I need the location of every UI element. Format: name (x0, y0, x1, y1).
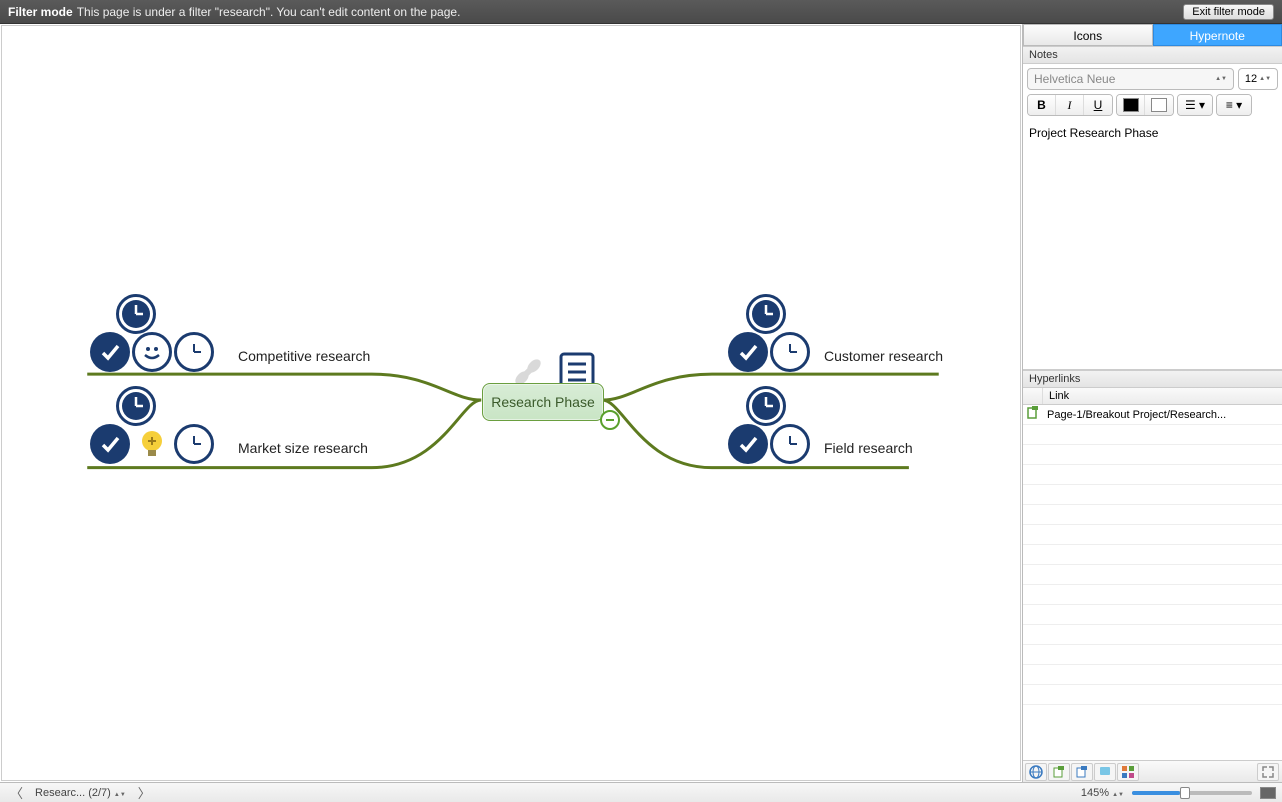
align-button[interactable]: ≡ ▾ (1217, 95, 1251, 115)
hyperlink-row[interactable] (1023, 485, 1282, 505)
list-style-button[interactable]: ☰ ▾ (1178, 95, 1212, 115)
stepper-icon: ▲▼ (1259, 77, 1271, 82)
hyperlink-row[interactable] (1023, 525, 1282, 545)
hyperlinks-header-row: Link (1023, 388, 1282, 405)
fill-color-button[interactable] (1145, 95, 1173, 115)
clock-filled-icon (116, 386, 156, 426)
prev-page-button[interactable]: 〈 (6, 783, 27, 802)
clock-outline-icon (770, 332, 810, 372)
branch-label-field[interactable]: Field research (824, 440, 913, 456)
central-node-label: Research Phase (491, 394, 595, 410)
tab-icons[interactable]: Icons (1023, 24, 1153, 46)
hyperlink-row[interactable] (1023, 565, 1282, 585)
clock-filled-icon (116, 294, 156, 334)
sidebar-tabs: Icons Hypernote (1023, 24, 1282, 46)
bulb-icon (132, 424, 172, 464)
filter-mode-message: Filter modeThis page is under a filter "… (8, 5, 460, 19)
italic-button[interactable]: I (1056, 95, 1084, 115)
clock-filled-icon (746, 294, 786, 334)
notes-textarea[interactable]: Project Research Phase (1023, 120, 1282, 370)
collapse-toggle[interactable] (600, 410, 620, 430)
clock-outline-icon (770, 424, 810, 464)
branch-icons-field (728, 386, 810, 464)
stepper-icon: ▲▼ (114, 793, 126, 798)
hyperlink-row[interactable] (1023, 605, 1282, 625)
clock-outline-icon (174, 424, 214, 464)
expand-tool-button[interactable] (1257, 763, 1279, 781)
smile-icon (132, 332, 172, 372)
check-icon (90, 424, 130, 464)
branch-icons-customer (728, 294, 810, 372)
clock-outline-icon (174, 332, 214, 372)
next-page-button[interactable]: 〉 (134, 783, 155, 802)
page-link-tool-button[interactable] (1048, 763, 1070, 781)
bookmark-tool-button[interactable] (1094, 763, 1116, 781)
notes-section-header: Notes (1023, 46, 1282, 64)
hyperlink-row[interactable] (1023, 505, 1282, 525)
hyperlink-row[interactable] (1023, 585, 1282, 605)
hyperlink-row[interactable] (1023, 625, 1282, 645)
page-link-icon (1023, 406, 1043, 423)
globe-tool-button[interactable] (1025, 763, 1047, 781)
mindmap-canvas[interactable]: Research Phase Competitive research (1, 25, 1021, 781)
hyperlink-row[interactable] (1023, 665, 1282, 685)
page-link-blue-tool-button[interactable] (1071, 763, 1093, 781)
text-color-button[interactable] (1117, 95, 1145, 115)
hyperlinks-section-header: Hyperlinks (1023, 370, 1282, 388)
central-node[interactable]: Research Phase (482, 383, 604, 421)
font-family-select[interactable]: Helvetica Neue ▲▼ (1027, 68, 1234, 90)
hyperlink-row[interactable] (1023, 425, 1282, 445)
hyperlink-row[interactable] (1023, 645, 1282, 665)
app-link-tool-button[interactable] (1117, 763, 1139, 781)
branch-label-competitive[interactable]: Competitive research (238, 348, 370, 364)
zoom-value[interactable]: 145% ▲▼ (1081, 787, 1124, 799)
check-icon (90, 332, 130, 372)
underline-button[interactable]: U (1084, 95, 1112, 115)
branch-icons-market (90, 386, 214, 464)
font-size-select[interactable]: 12 ▲▼ (1238, 68, 1278, 90)
main-area: Research Phase Competitive research (0, 24, 1282, 782)
branch-label-market[interactable]: Market size research (238, 440, 368, 456)
page-name-label[interactable]: Researc... (2/7) ▲▼ (35, 787, 126, 799)
stepper-icon: ▲▼ (1112, 793, 1124, 798)
check-icon (728, 424, 768, 464)
tab-hypernote[interactable]: Hypernote (1153, 24, 1282, 46)
hyperlink-row[interactable]: Page-1/Breakout Project/Research... (1023, 405, 1282, 425)
filter-mode-bar: Filter modeThis page is under a filter "… (0, 0, 1282, 24)
exit-filter-button[interactable]: Exit filter mode (1183, 4, 1274, 20)
branch-icons-competitive (90, 294, 214, 372)
sidebar: Icons Hypernote Notes Helvetica Neue ▲▼ … (1022, 24, 1282, 782)
statusbar: 〈 Researc... (2/7) ▲▼ 〉 145% ▲▼ (0, 782, 1282, 802)
hyperlink-row[interactable] (1023, 545, 1282, 565)
hyperlink-row[interactable] (1023, 465, 1282, 485)
zoom-slider[interactable] (1132, 791, 1252, 795)
check-icon (728, 332, 768, 372)
stepper-icon: ▲▼ (1215, 77, 1227, 82)
hyperlink-row[interactable] (1023, 685, 1282, 705)
branch-label-customer[interactable]: Customer research (824, 348, 943, 364)
hyperlink-row[interactable] (1023, 445, 1282, 465)
bold-button[interactable]: B (1028, 95, 1056, 115)
clock-filled-icon (746, 386, 786, 426)
hyperlinks-table: Link Page-1/Breakout Project/Research... (1023, 388, 1282, 760)
sidebar-footer-tools (1023, 760, 1282, 782)
fit-view-button[interactable] (1260, 787, 1276, 799)
